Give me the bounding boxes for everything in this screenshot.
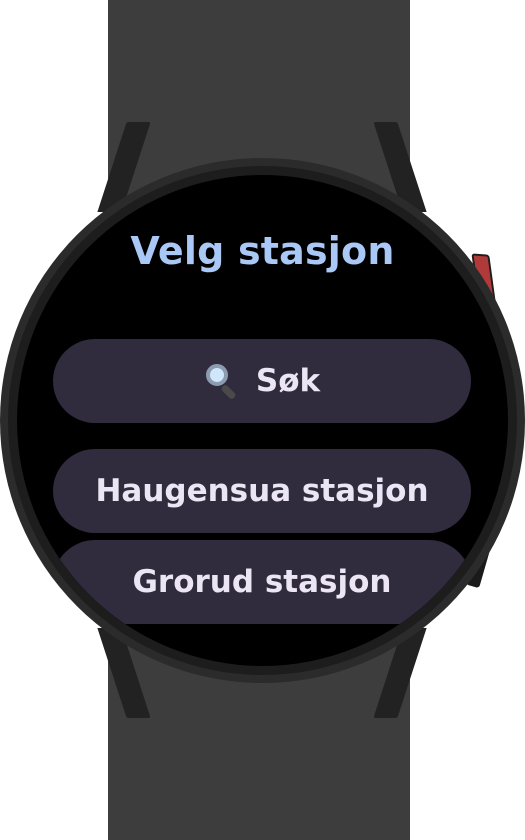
station-item-grorud[interactable]: Grorud stasjon [53,540,471,624]
search-button[interactable]: Søk [53,339,471,423]
watch-screen: Velg stasjon Søk Haugensua stasjon Groru… [17,175,508,666]
station-item-label: Grorud stasjon [132,564,392,600]
watch-frame: Velg stasjon Søk Haugensua stasjon Groru… [0,0,525,840]
page-title: Velg stasjon [130,229,395,273]
station-item-label: Haugensua stasjon [95,473,429,509]
station-item-haugensua[interactable]: Haugensua stasjon [53,449,471,533]
search-button-label: Søk [255,363,321,399]
magnifier-icon [204,362,242,401]
